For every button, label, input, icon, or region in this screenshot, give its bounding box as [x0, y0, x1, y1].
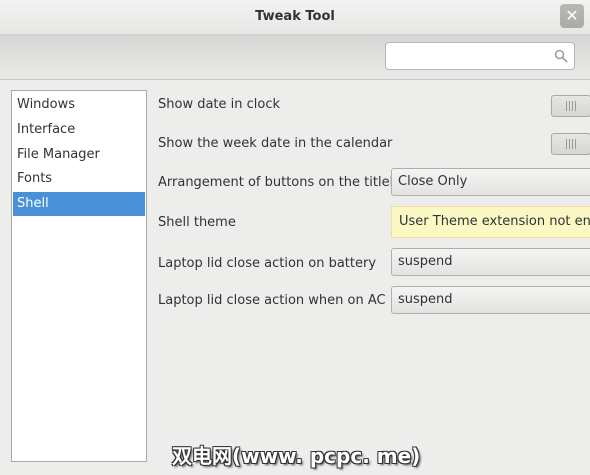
- switch-grip-icon: [566, 139, 578, 149]
- header-bar: [0, 35, 590, 80]
- sidebar-item-shell[interactable]: Shell: [13, 192, 145, 216]
- sidebar-item-interface[interactable]: Interface: [13, 118, 145, 142]
- close-icon: ✕: [565, 6, 579, 25]
- watermark: 双电网(www. pcpc. me): [172, 444, 421, 468]
- titlebar-buttons-label: Arrangement of buttons on the titlebar: [158, 175, 412, 190]
- tweak-tool-window: Tweak Tool ✕ Windows Interface File Mana…: [0, 0, 590, 475]
- sidebar-item-windows[interactable]: Windows: [13, 93, 145, 117]
- show-week-date-label: Show the week date in the calendar: [158, 136, 393, 151]
- switch-grip-icon: [566, 101, 578, 111]
- show-date-in-clock-switch[interactable]: [551, 95, 590, 117]
- lid-ac-combo[interactable]: suspend: [391, 286, 590, 314]
- window-title: Tweak Tool: [255, 9, 335, 24]
- titlebar-buttons-combo[interactable]: Close Only: [391, 168, 590, 196]
- shell-theme-label: Shell theme: [158, 215, 236, 230]
- lid-battery-combo[interactable]: suspend: [391, 248, 590, 276]
- show-date-in-clock-label: Show date in clock: [158, 97, 281, 112]
- search-input[interactable]: [385, 42, 575, 70]
- lid-battery-label: Laptop lid close action on battery: [158, 256, 377, 271]
- search-icon: [554, 49, 568, 63]
- lid-ac-label: Laptop lid close action when on AC: [158, 293, 386, 308]
- close-button[interactable]: ✕: [560, 4, 584, 28]
- sidebar-item-fonts[interactable]: Fonts: [13, 167, 145, 191]
- sidebar-item-file-manager[interactable]: File Manager: [13, 143, 145, 167]
- sidebar: Windows Interface File Manager Fonts She…: [11, 90, 147, 462]
- show-week-date-switch[interactable]: [551, 133, 590, 155]
- title-bar: Tweak Tool ✕: [0, 0, 590, 35]
- shell-theme-info: User Theme extension not enabled: [391, 206, 590, 238]
